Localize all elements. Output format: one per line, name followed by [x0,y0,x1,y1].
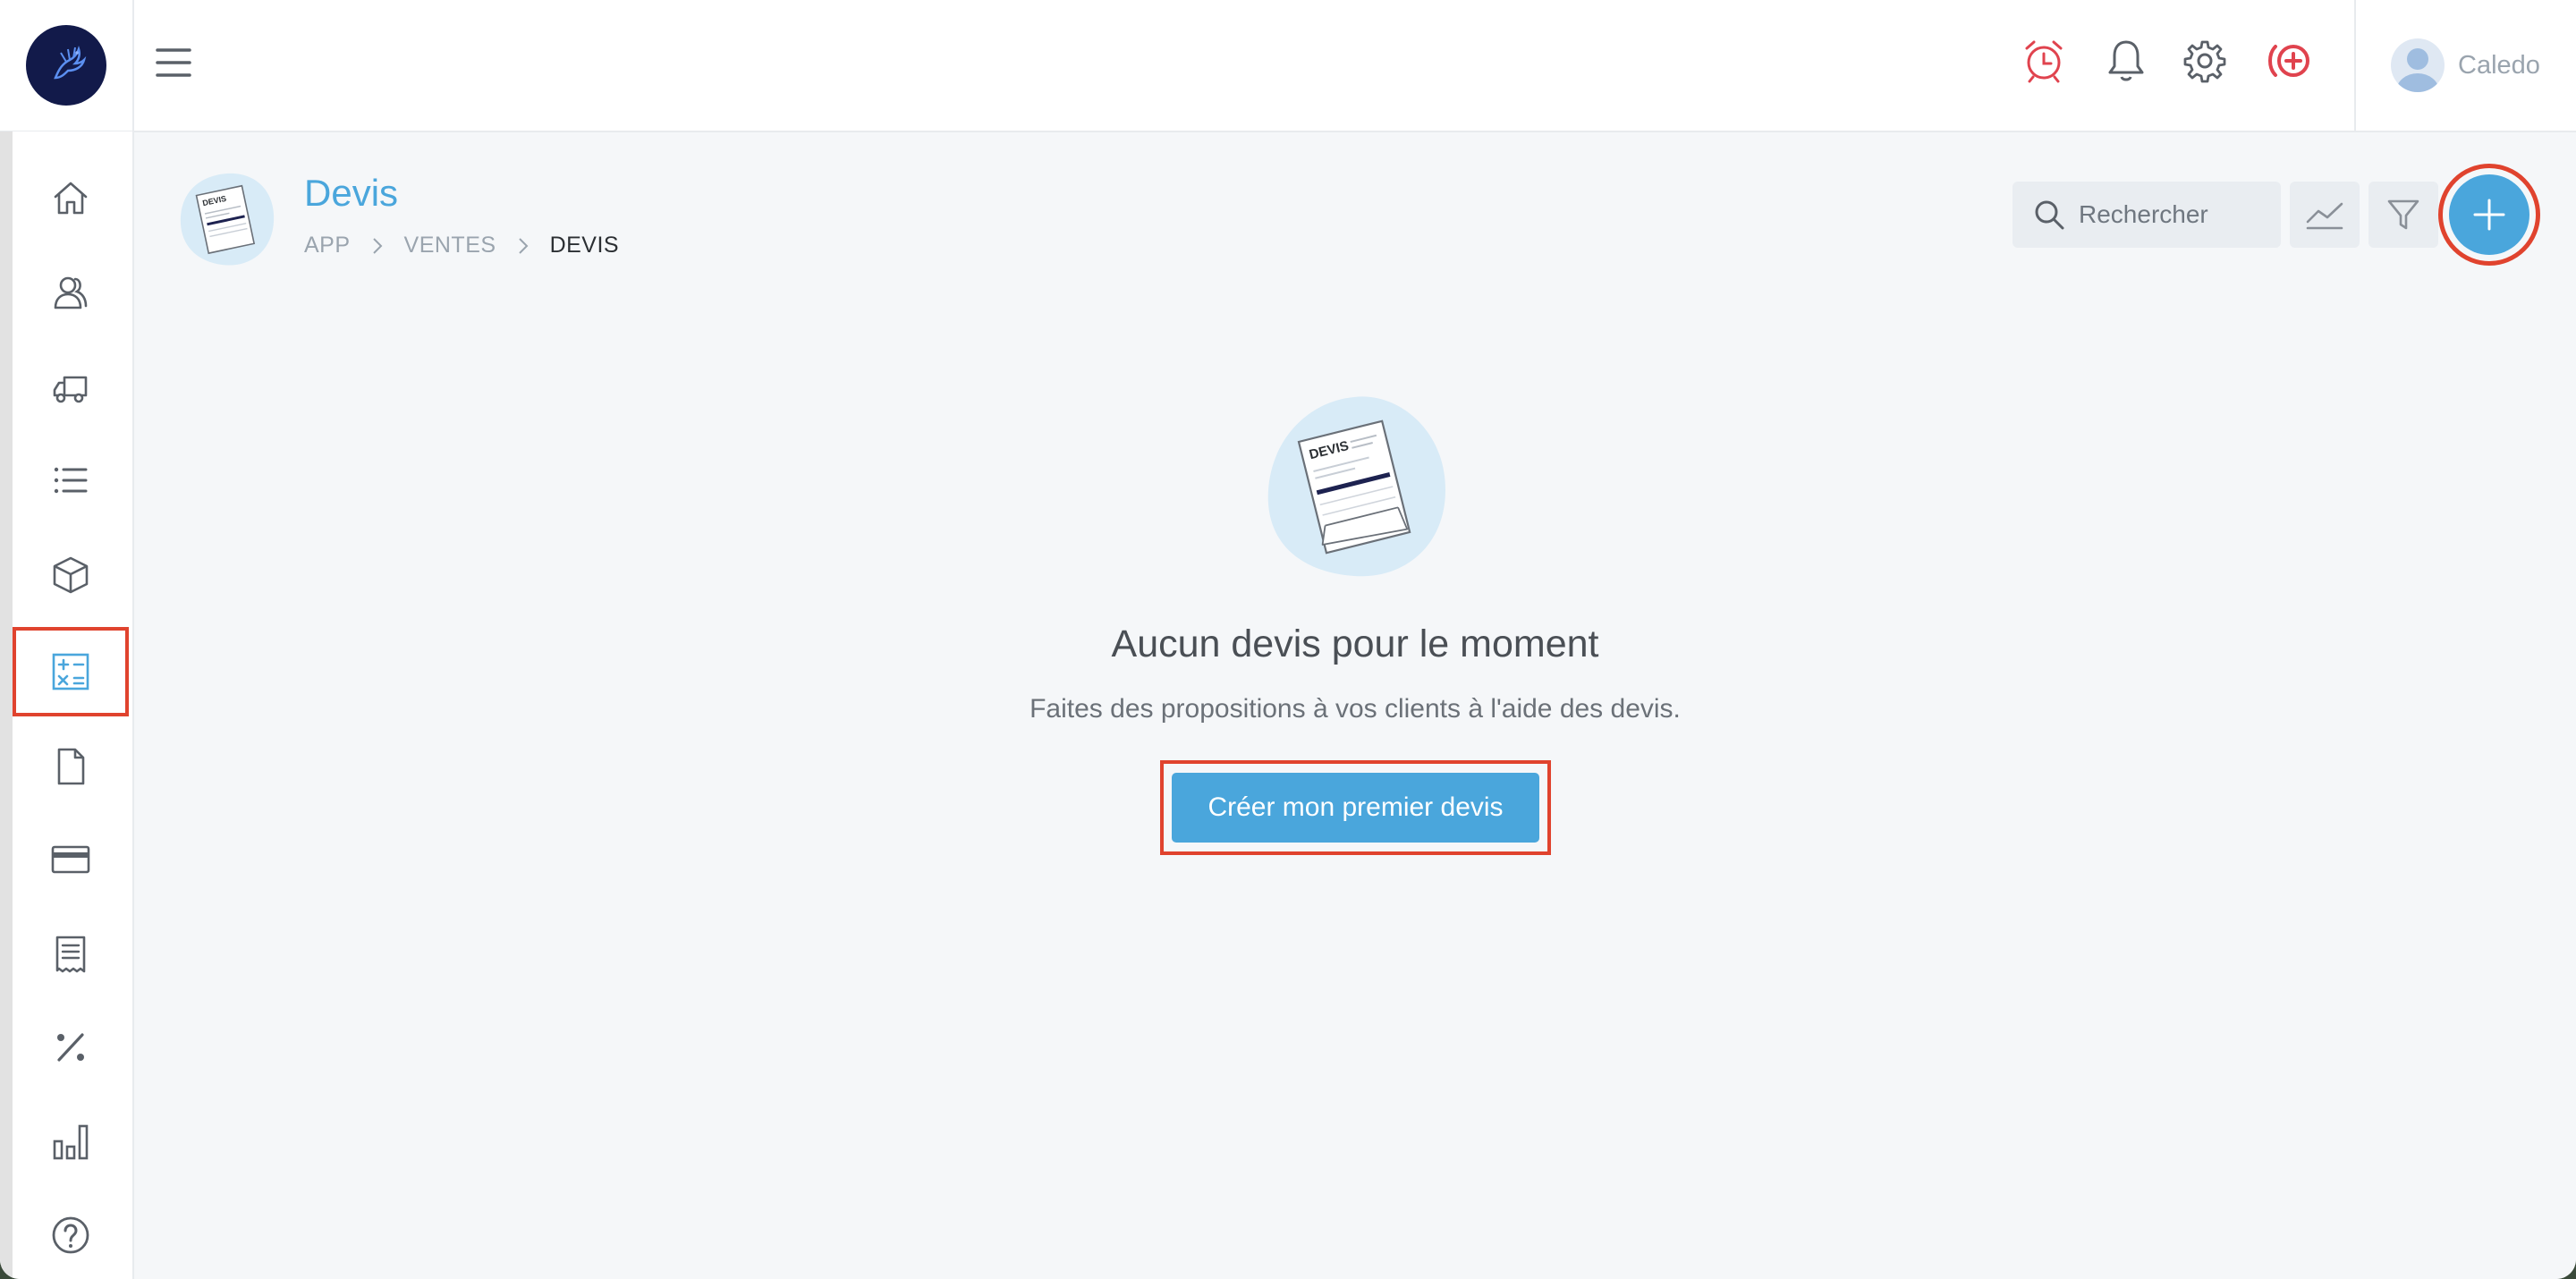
breadcrumb-app[interactable]: APP [304,233,351,258]
chevron-right-icon [518,237,528,254]
breadcrumb: APP VENTES DEVIS [304,233,619,258]
trend-chart-icon [2306,202,2343,230]
sidebar-item-receipts[interactable] [13,911,129,997]
breadcrumb-ventes[interactable]: VENTES [404,233,496,258]
calculator-icon [52,653,89,690]
add-circle-icon[interactable] [2263,38,2318,84]
user-name: Caledo [2458,50,2540,80]
search-input[interactable] [2077,199,2277,230]
sidebar-item-products[interactable] [13,532,129,618]
sidebar [0,131,134,1279]
plus-icon [2473,199,2505,231]
user-menu[interactable]: Caledo [2390,36,2540,95]
sidebar-item-suppliers[interactable] [13,344,129,430]
list-icon [54,467,88,494]
top-header: Caledo [0,0,2576,132]
create-first-quote-button[interactable]: Créer mon premier devis [1172,773,1539,843]
app-window: Caledo DEVIS Devis APP VENTES DEVIS Rech… [0,0,2576,1279]
stats-button[interactable] [2290,182,2360,248]
home-icon [54,182,88,215]
bird-logo-icon [54,46,87,80]
sidebar-item-help[interactable] [13,1192,129,1278]
sidebar-item-payments[interactable] [13,817,129,902]
alarm-clock-icon[interactable] [2021,38,2066,84]
sidebar-item-reports[interactable] [13,1099,129,1185]
sidebar-item-home[interactable] [13,155,129,241]
sidebar-edge [0,131,13,1279]
box-icon [53,556,89,594]
receipt-icon [55,936,86,973]
search-icon [2035,200,2064,230]
sidebar-item-clients[interactable] [13,250,129,335]
file-icon [57,748,85,785]
bar-chart-icon [53,1124,89,1160]
add-quote-button[interactable] [2449,174,2529,255]
header-divider [2354,0,2356,131]
help-icon [52,1216,89,1254]
app-logo[interactable] [26,25,106,106]
empty-state-illustration: DEVIS [1261,392,1451,581]
menu-icon[interactable] [154,43,193,82]
truck-icon [53,376,88,403]
gear-icon[interactable] [2182,38,2227,84]
credit-card-icon [51,845,90,874]
search-box[interactable] [2012,182,2281,248]
sidebar-item-lists[interactable] [13,437,129,523]
avatar [2391,38,2445,92]
page-title: Devis [304,172,399,214]
logo-cell [0,0,134,131]
breadcrumb-devis: DEVIS [549,233,620,258]
main-content: DEVIS Devis APP VENTES DEVIS Rechercher … [134,132,2576,1279]
add-quote-highlight[interactable] [2438,164,2540,266]
quote-document-icon: DEVIS [177,170,277,270]
filter-button[interactable] [2368,182,2438,248]
sidebar-item-quotes[interactable] [13,627,129,716]
empty-state-subtitle: Faites des propositions à vos clients à … [1030,694,1681,724]
bell-icon[interactable] [2104,38,2148,84]
sidebar-item-documents[interactable] [13,724,129,809]
filter-icon [2387,199,2419,230]
empty-state-title: Aucun devis pour le moment [1111,623,1599,665]
percent-icon [57,1033,84,1062]
chevron-right-icon [372,237,382,254]
sidebar-item-taxes[interactable] [13,1004,129,1090]
users-icon [54,276,88,309]
